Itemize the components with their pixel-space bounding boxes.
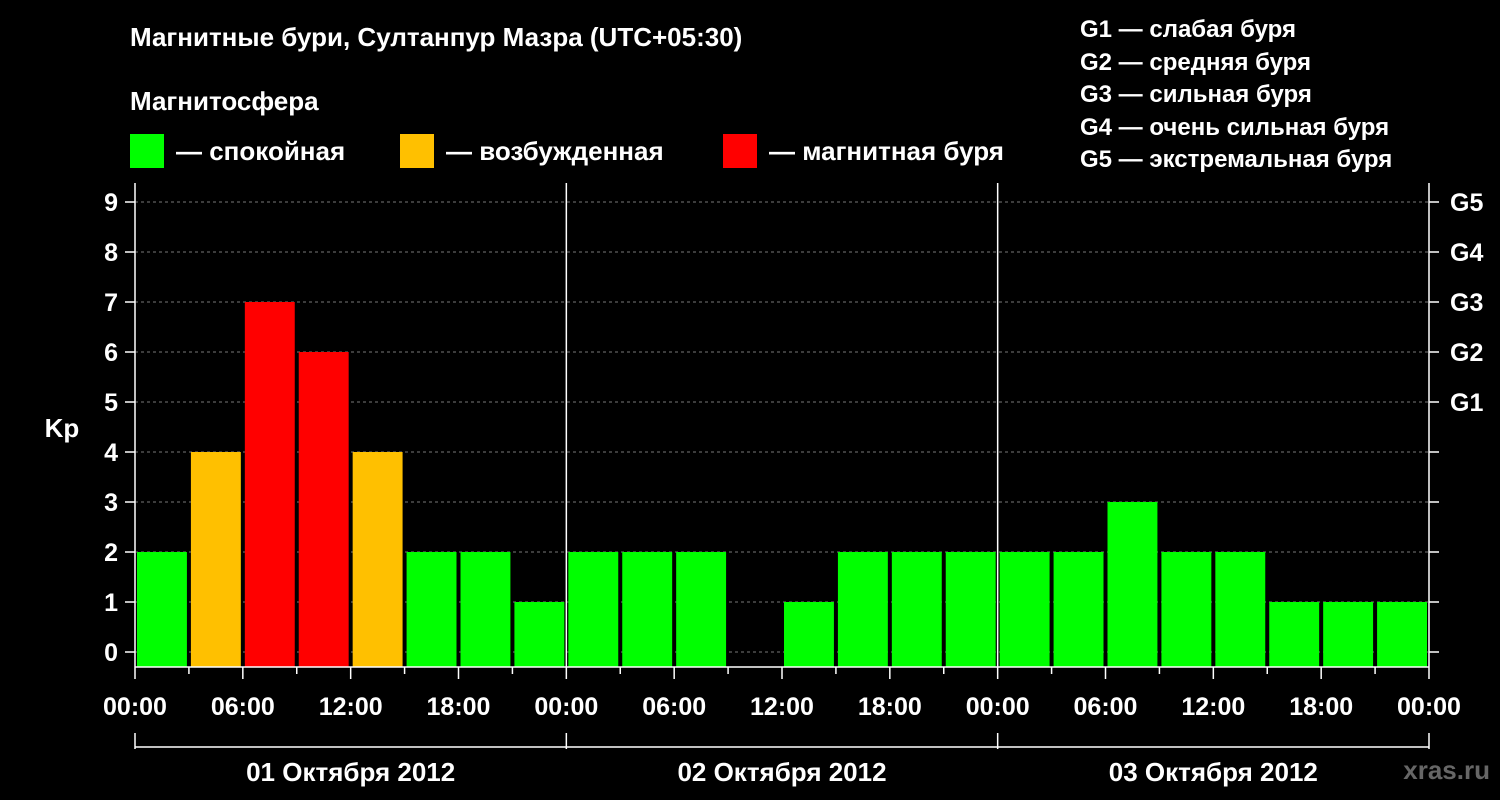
x-tick-label-8: 00:00 bbox=[966, 693, 1030, 721]
kp-bar-12 bbox=[784, 602, 834, 667]
y-tick-label-6: 6 bbox=[104, 339, 118, 367]
kp-bar-15 bbox=[945, 552, 996, 667]
kp-bar-16 bbox=[999, 552, 1050, 667]
kp-bar-17 bbox=[1053, 552, 1104, 667]
kp-bar-13 bbox=[837, 552, 888, 667]
kp-bar-7 bbox=[514, 602, 565, 667]
kp-bar-9 bbox=[622, 552, 673, 667]
y-tick-label-5: 5 bbox=[104, 389, 118, 417]
kp-bar-5 bbox=[406, 552, 457, 667]
bars bbox=[137, 302, 1427, 667]
kp-chart: 0 1 2 3 4 5 6 7 8 9 G1 G2 G3 G4 G5 00:00 06:00 12:00 18:00… bbox=[45, 183, 1483, 787]
y-tick-label-0: 0 bbox=[104, 639, 118, 667]
x-tick-label-1: 06:00 bbox=[211, 693, 275, 721]
kp-bar-3 bbox=[298, 352, 349, 667]
y-tick-label-4: 4 bbox=[104, 439, 118, 467]
day-label-3: 03 Октября 2012 bbox=[1109, 757, 1318, 787]
kp-bar-21 bbox=[1269, 602, 1320, 667]
x-tick-label-6: 12:00 bbox=[750, 693, 814, 721]
kp-bar-4 bbox=[352, 452, 403, 667]
x-tick-label-5: 06:00 bbox=[642, 693, 706, 721]
watermark: xras.ru bbox=[1403, 755, 1490, 785]
x-tick-label-3: 18:00 bbox=[427, 693, 491, 721]
kp-bar-0 bbox=[137, 552, 187, 667]
kp-bar-22 bbox=[1323, 602, 1374, 667]
day-label-1: 01 Октября 2012 bbox=[246, 757, 455, 787]
kp-bar-20 bbox=[1215, 552, 1266, 667]
y-tick-label-8: 8 bbox=[104, 239, 118, 267]
x-tick-label-11: 18:00 bbox=[1289, 693, 1353, 721]
g-scale-label-g1: G1 bbox=[1450, 389, 1483, 417]
y-tick-label-2: 2 bbox=[104, 539, 118, 567]
kp-bar-19 bbox=[1161, 552, 1212, 667]
day-label-2: 02 Октября 2012 bbox=[677, 757, 886, 787]
x-tick-label-2: 12:00 bbox=[319, 693, 383, 721]
x-tick-label-0: 00:00 bbox=[103, 693, 167, 721]
x-tick-label-10: 12:00 bbox=[1181, 693, 1245, 721]
y-axis-label: Kp bbox=[45, 413, 80, 443]
kp-bar-18 bbox=[1107, 502, 1158, 667]
kp-bar-10 bbox=[676, 552, 727, 667]
kp-bar-6 bbox=[460, 552, 511, 667]
kp-bar-23 bbox=[1377, 602, 1427, 667]
kp-bar-8 bbox=[568, 552, 619, 667]
y-tick-label-9: 9 bbox=[104, 189, 118, 217]
y-tick-label-3: 3 bbox=[104, 489, 118, 517]
x-tick-label-4: 00:00 bbox=[534, 693, 598, 721]
g-scale-label-g4: G4 bbox=[1450, 239, 1483, 267]
y-tick-label-7: 7 bbox=[104, 289, 118, 317]
y-tick-label-1: 1 bbox=[104, 589, 118, 617]
x-tick-label-12: 00:00 bbox=[1397, 693, 1461, 721]
x-tick-label-7: 18:00 bbox=[858, 693, 922, 721]
g-scale-label-g5: G5 bbox=[1450, 189, 1483, 217]
g-scale-label-g3: G3 bbox=[1450, 289, 1483, 317]
kp-bar-14 bbox=[891, 552, 942, 667]
x-tick-label-9: 06:00 bbox=[1074, 693, 1138, 721]
kp-bar-2 bbox=[244, 302, 295, 667]
g-scale-label-g2: G2 bbox=[1450, 339, 1483, 367]
kp-bar-1 bbox=[190, 452, 241, 667]
